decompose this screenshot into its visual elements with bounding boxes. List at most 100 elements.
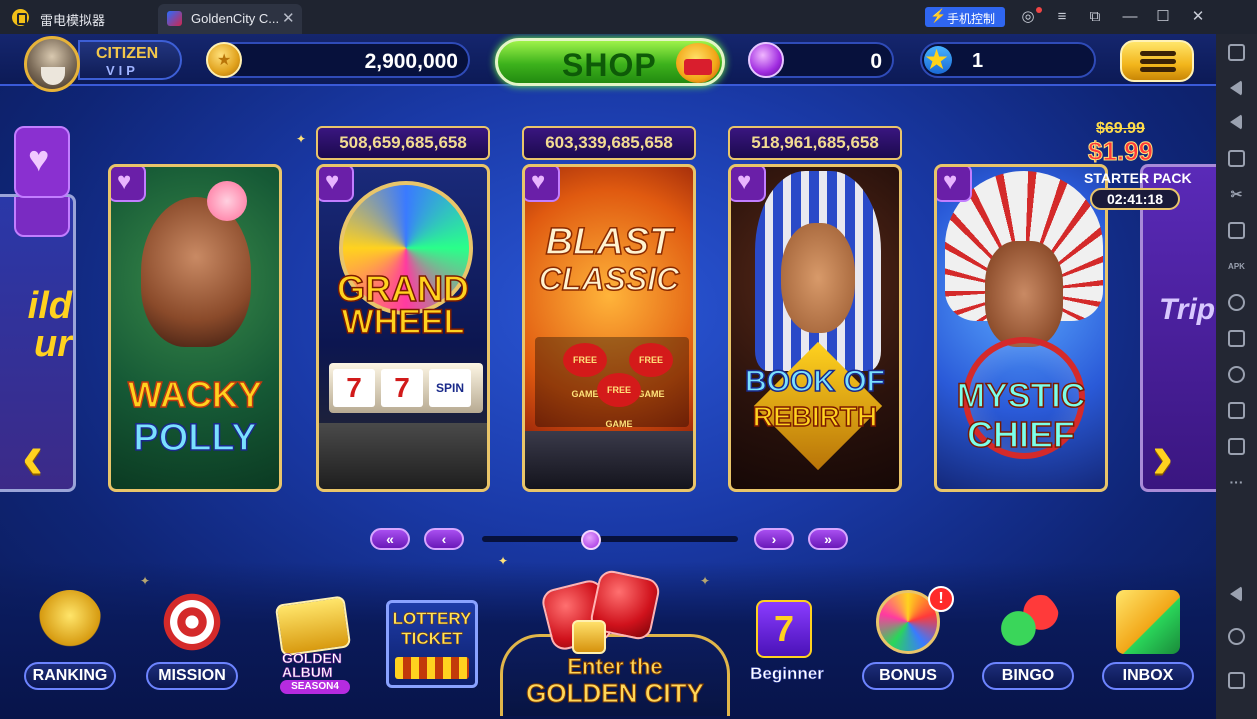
flower-icon <box>207 181 247 221</box>
favorite-heart-icon[interactable] <box>937 167 972 202</box>
nav-inbox-label: INBOX <box>1102 662 1194 690</box>
shop-label: SHOP <box>562 47 657 83</box>
reel-symbol: 7 <box>381 369 423 407</box>
favorite-heart-icon[interactable] <box>525 167 560 202</box>
favorite-heart-icon[interactable] <box>319 167 354 202</box>
envelope-icon <box>1116 590 1180 654</box>
scissors-icon[interactable]: ✂ <box>1228 186 1245 203</box>
emulator-toolbar: ✂ APK ··· <box>1216 34 1257 719</box>
game-title-line2: WHEEL <box>341 303 465 341</box>
recent-apps-icon[interactable] <box>1228 672 1245 689</box>
nav-mission-label: MISSION <box>146 662 238 690</box>
free-game-symbol: FREE GAME <box>563 343 607 399</box>
coin-icon: ★ <box>206 42 242 78</box>
screenshot-icon[interactable] <box>1228 150 1245 167</box>
nav-inbox[interactable]: INBOX <box>1098 590 1198 714</box>
album-stack-icon <box>274 595 352 657</box>
starter-pack-label: STARTER PACK <box>1084 170 1192 186</box>
bolt-icon: ⚡ <box>930 8 947 23</box>
nav-mission[interactable]: MISSION <box>142 590 242 714</box>
free-game-symbol: FREE GAME <box>597 373 641 429</box>
golden-city-line2: GOLDEN CITY <box>526 678 705 709</box>
pharaoh-face <box>781 223 855 333</box>
menu-line <box>1140 67 1176 72</box>
nav-beginner[interactable]: 7 Beginner <box>742 596 832 692</box>
float-window-icon[interactable]: ⧉ <box>1084 6 1106 28</box>
location-icon[interactable] <box>1228 366 1245 383</box>
carousel-next-arrow[interactable]: › <box>1152 424 1196 488</box>
coin-value: 2,900,000 <box>364 50 458 73</box>
shake-icon[interactable] <box>1228 402 1245 419</box>
starter-pack-offer[interactable]: $69.99 $1.99 STARTER PACK 02:41:18 <box>1080 118 1192 214</box>
gem-balance: 0 <box>748 42 894 78</box>
tab-goldencity[interactable]: GoldenCity C... ✕ <box>158 4 302 34</box>
favorite-heart-icon[interactable] <box>731 167 766 202</box>
nav-ranking-label: RANKING <box>24 662 116 690</box>
tab-title: GoldenCity C... <box>191 11 280 26</box>
machine-base <box>319 423 487 489</box>
shop-button[interactable]: SHOP <box>495 38 725 86</box>
nav-golden-album[interactable]: GOLDEN ALBUM SEASON4 <box>272 595 356 696</box>
favorite-heart-icon[interactable] <box>14 197 70 237</box>
game-viewport: ✦ ✦ ✦ ✦ CITIZEN VIP ★ 2,900,000 SHOP 0 ★… <box>0 34 1216 719</box>
page-scrollbar-thumb[interactable] <box>581 530 601 550</box>
volume-up-icon[interactable] <box>1230 80 1242 96</box>
reel-symbol: 7 <box>333 369 375 407</box>
menu-icon[interactable]: ≡ <box>1051 6 1073 28</box>
more-icon[interactable]: ··· <box>1228 474 1245 491</box>
nav-ranking[interactable]: RANKING <box>20 590 120 714</box>
vip-rank-badge[interactable]: CITIZEN VIP <box>78 40 182 80</box>
settings-icon[interactable] <box>1228 294 1245 311</box>
starter-new-price: $1.99 <box>1087 136 1154 167</box>
star-icon: ★ <box>924 44 950 75</box>
home-icon[interactable] <box>1228 628 1245 645</box>
favorite-heart-icon[interactable]: ♥ <box>14 126 70 198</box>
machine-base <box>525 431 693 489</box>
page-prev-button[interactable]: ‹ <box>424 528 464 550</box>
nav-bingo-label: BINGO <box>982 662 1074 690</box>
jackpot-value: 603,339,685,658 <box>522 126 696 160</box>
reel-strip: 7 7 SPIN <box>329 363 483 413</box>
volume-down-icon[interactable] <box>1230 114 1242 130</box>
tab-close-icon[interactable]: ✕ <box>282 9 295 27</box>
game-card-blast-classic[interactable]: BLAST CLASSIC FREE GAME FREE GAME FREE G… <box>522 164 696 492</box>
album-season-label: SEASON4 <box>280 680 350 694</box>
minimize-button[interactable]: — <box>1119 6 1141 28</box>
page-next-button[interactable]: › <box>754 528 794 550</box>
nav-bingo[interactable]: BINGO <box>978 590 1078 714</box>
lottery-stand-icon <box>395 657 469 679</box>
nav-bonus[interactable]: ! BONUS <box>858 586 958 714</box>
game-title-line2: REBIRTH <box>752 401 878 432</box>
back-icon[interactable] <box>1230 586 1242 602</box>
partial-card-title: Trip <box>1159 293 1216 326</box>
page-first-button[interactable]: « <box>370 528 410 550</box>
nav-golden-city[interactable]: Enter the GOLDEN CITY <box>500 568 730 716</box>
game-card-grand-wheel[interactable]: GRAND WHEEL 7 7 SPIN <box>316 164 490 492</box>
add-icon[interactable] <box>1228 222 1245 239</box>
page-scrollbar[interactable] <box>482 530 738 550</box>
window-title-bar: 雷电模拟器 GoldenCity C... ✕ ⚡ 手机控制 ◎ ≡ ⧉ — ☐… <box>0 0 1257 34</box>
maximize-button[interactable]: ☐ <box>1152 6 1174 28</box>
main-menu-button[interactable] <box>1120 40 1194 82</box>
player-avatar[interactable] <box>24 36 80 92</box>
close-button[interactable]: ✕ <box>1187 6 1209 28</box>
page-last-button[interactable]: » <box>808 528 848 550</box>
lottery-title-line2: TICKET <box>401 629 463 649</box>
apk-icon[interactable]: APK <box>1228 258 1245 275</box>
star-level[interactable]: ★ 1 <box>920 42 1096 78</box>
menu-line <box>1140 51 1176 56</box>
spin-label: SPIN <box>429 369 471 407</box>
phone-control-button[interactable]: ⚡ 手机控制 <box>925 7 1005 27</box>
keyboard-icon[interactable] <box>1228 44 1245 61</box>
game-title-line1: GRAND <box>336 268 470 309</box>
reel-window: FREE GAME FREE GAME FREE GAME <box>535 337 689 429</box>
folder-icon[interactable] <box>1228 330 1245 347</box>
carousel-prev-arrow[interactable]: ‹ <box>22 424 66 488</box>
nav-lottery-ticket[interactable]: LOTTERY TICKET <box>386 600 478 688</box>
free-game-symbol: FREE GAME <box>629 343 673 399</box>
sync-icon[interactable] <box>1228 438 1245 455</box>
game-card-book-of-rebirth[interactable]: BOOK OF REBIRTH <box>728 164 902 492</box>
game-card-wacky-polly[interactable]: WACKY POLLY <box>108 164 282 492</box>
favorite-heart-icon[interactable] <box>111 167 146 202</box>
slot-seven-icon: 7 <box>756 600 812 658</box>
